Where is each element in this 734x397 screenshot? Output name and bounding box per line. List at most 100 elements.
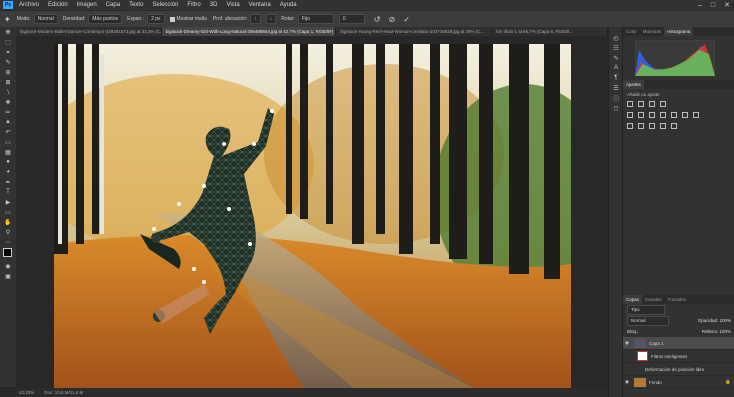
- color-balance-icon[interactable]: [649, 112, 655, 118]
- zoom-level[interactable]: 42,23%: [19, 390, 34, 395]
- menu-ventana[interactable]: Ventana: [249, 2, 271, 8]
- commit-icon[interactable]: ✓: [403, 15, 410, 24]
- glyphs-icon[interactable]: ☰: [609, 83, 623, 93]
- history-brush-tool-icon[interactable]: ↶: [0, 127, 16, 137]
- tab-document-3[interactable]: bigstock-Young-Red-Head-Woman-Levitatio-…: [336, 27, 492, 36]
- visibility-eye-icon[interactable]: ◉: [623, 379, 631, 385]
- menu-ayuda[interactable]: Ayuda: [280, 2, 297, 8]
- rotate-label: Rotar:: [281, 16, 295, 22]
- tab-swatches[interactable]: Muestras: [640, 27, 665, 36]
- styles-icon[interactable]: ◻: [609, 103, 623, 113]
- visibility-eye-icon[interactable]: ◉: [623, 340, 631, 346]
- zoom-tool-icon[interactable]: ⚲: [0, 227, 16, 237]
- quick-select-tool-icon[interactable]: ✎: [0, 57, 16, 67]
- menu-archivo[interactable]: Archivo: [19, 2, 39, 8]
- history-icon[interactable]: ◴: [609, 33, 623, 43]
- more-tools-icon[interactable]: ⋯: [0, 237, 16, 247]
- menu-texto[interactable]: Texto: [129, 2, 143, 8]
- puppet-warp-tool-icon[interactable]: ✦: [4, 15, 11, 24]
- path-select-tool-icon[interactable]: ▶: [0, 197, 16, 207]
- tab-channels[interactable]: Canales: [642, 295, 665, 304]
- pen-tool-icon[interactable]: ✒: [0, 177, 16, 187]
- properties-icon[interactable]: ☷: [609, 43, 623, 53]
- fill-value[interactable]: 100%: [719, 329, 731, 334]
- blur-tool-icon[interactable]: ●: [0, 157, 16, 167]
- gradient-tool-icon[interactable]: ▦: [0, 147, 16, 157]
- brush-panel-icon[interactable]: ✎: [609, 53, 623, 63]
- expansion-input[interactable]: 2 px: [147, 14, 165, 24]
- dodge-tool-icon[interactable]: ◕: [0, 167, 16, 177]
- exposure-icon[interactable]: [660, 101, 666, 107]
- layer-row-capa-1[interactable]: ◉ Capa 1: [623, 337, 734, 350]
- tab-layers[interactable]: Capas: [623, 295, 643, 304]
- posterize-icon[interactable]: [638, 123, 644, 129]
- quick-mask-icon[interactable]: ◉: [0, 261, 16, 271]
- tab-document-1[interactable]: bigstock-Modern-Ballet-Dancer-Contempo-3…: [16, 27, 162, 36]
- move-tool-icon[interactable]: ✥: [0, 27, 16, 37]
- levels-icon[interactable]: [638, 101, 644, 107]
- shape-tool-icon[interactable]: ▭: [0, 207, 16, 217]
- tab-adjustments[interactable]: Ajustes: [623, 80, 644, 89]
- menu-vista[interactable]: Vista: [226, 2, 239, 8]
- cancel-icon[interactable]: ⊘: [389, 15, 396, 24]
- invert-icon[interactable]: [627, 123, 633, 129]
- healing-tool-icon[interactable]: ✚: [0, 97, 16, 107]
- brush-tool-icon[interactable]: ✏: [0, 107, 16, 117]
- foreground-color-swatch[interactable]: [3, 248, 12, 257]
- color-swatches[interactable]: [0, 247, 16, 261]
- remove-pins-icon[interactable]: ↺: [374, 15, 381, 24]
- tab-document-2[interactable]: bigstock-Dreamy-Girl-With-Long-Natural-3…: [161, 27, 337, 36]
- tab-document-4[interactable]: Sin título 1 al 66,7% (Capa 6, RGB/8...: [491, 27, 608, 36]
- blend-mode-select[interactable]: Normal: [627, 315, 669, 326]
- layer-filter-select[interactable]: Tipo: [627, 304, 665, 315]
- minimize-icon[interactable]: –: [698, 2, 702, 9]
- vibrance-icon[interactable]: [627, 112, 633, 118]
- eyedropper-tool-icon[interactable]: ∖: [0, 87, 16, 97]
- mode-select[interactable]: Normal: [33, 14, 58, 24]
- eraser-tool-icon[interactable]: ▭: [0, 137, 16, 147]
- marquee-tool-icon[interactable]: ⬚: [0, 37, 16, 47]
- channel-mixer-icon[interactable]: [682, 112, 688, 118]
- pin-depth-back-button[interactable]: ↓: [265, 14, 277, 24]
- tab-histogram[interactable]: Histograma: [664, 27, 694, 36]
- paragraph-icon[interactable]: ¶: [609, 73, 623, 83]
- tab-color[interactable]: Color: [623, 27, 640, 36]
- stamp-tool-icon[interactable]: ▲: [0, 117, 16, 127]
- menu-edicion[interactable]: Edición: [48, 2, 68, 8]
- maximize-icon[interactable]: □: [711, 2, 715, 9]
- hue-saturation-icon[interactable]: [638, 112, 644, 118]
- rotate-select[interactable]: Fijo: [297, 14, 334, 24]
- document-canvas[interactable]: [54, 44, 571, 388]
- menu-3d[interactable]: 3D: [210, 2, 218, 8]
- layer-row-puppet-warp[interactable]: Deformación de posición libre: [623, 363, 734, 376]
- curves-icon[interactable]: [649, 101, 655, 107]
- screen-mode-icon[interactable]: ▣: [0, 271, 16, 281]
- tab-paths[interactable]: Trazados: [665, 295, 690, 304]
- photo-filter-icon[interactable]: [671, 112, 677, 118]
- opacity-value[interactable]: 100%: [719, 318, 731, 323]
- hand-tool-icon[interactable]: ✋: [0, 217, 16, 227]
- character-icon[interactable]: A: [609, 63, 623, 73]
- menu-imagen[interactable]: Imagen: [77, 2, 97, 8]
- menu-capa[interactable]: Capa: [106, 2, 120, 8]
- menu-seleccion[interactable]: Selección: [152, 2, 178, 8]
- crop-tool-icon[interactable]: ⊞: [0, 67, 16, 77]
- frame-tool-icon[interactable]: ⊠: [0, 77, 16, 87]
- black-white-icon[interactable]: [660, 112, 666, 118]
- gradient-map-icon[interactable]: [660, 123, 666, 129]
- density-select[interactable]: Más puntos: [88, 14, 123, 24]
- pin-depth-front-button[interactable]: ↑: [250, 14, 261, 24]
- layer-row-smart-filters[interactable]: Filtros inteligentes: [623, 350, 734, 363]
- threshold-icon[interactable]: [649, 123, 655, 129]
- type-tool-icon[interactable]: T: [0, 187, 16, 197]
- selective-color-icon[interactable]: [671, 123, 677, 129]
- close-icon[interactable]: ✕: [724, 1, 730, 9]
- layer-row-fondo[interactable]: ◉ Fondo 🔒: [623, 376, 734, 389]
- menu-filtro[interactable]: Filtro: [187, 2, 200, 8]
- color-lookup-icon[interactable]: [693, 112, 699, 118]
- lasso-tool-icon[interactable]: ⚭: [0, 47, 16, 57]
- info-icon[interactable]: ⓘ: [609, 93, 623, 103]
- brightness-contrast-icon[interactable]: [627, 101, 633, 107]
- angle-input[interactable]: 0: [338, 14, 365, 24]
- show-mesh-checkbox[interactable]: [169, 16, 175, 22]
